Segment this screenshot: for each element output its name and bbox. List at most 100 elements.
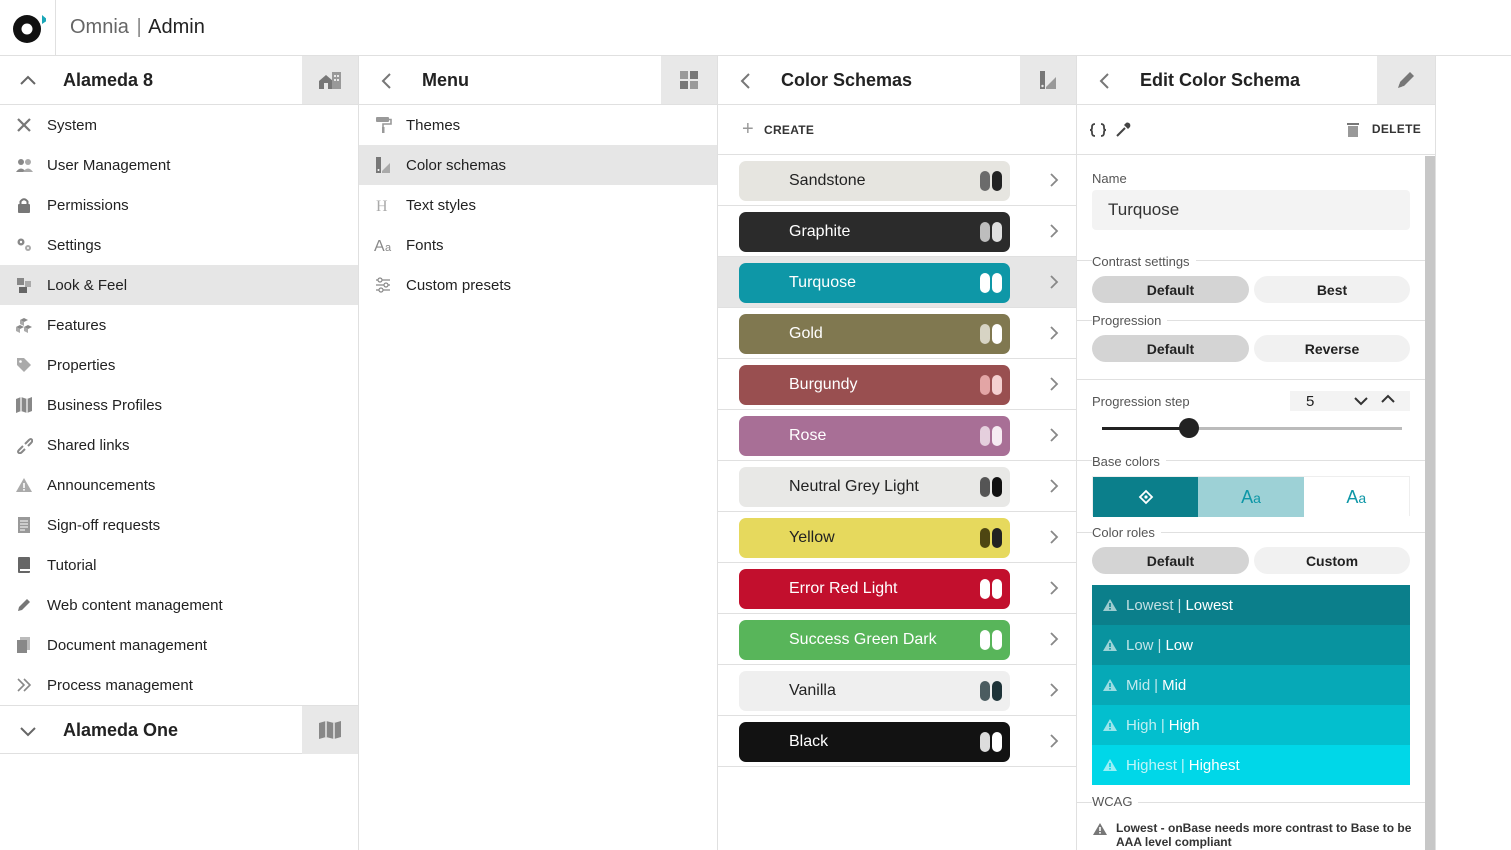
schema-row[interactable]: Sandstone [718,155,1076,206]
contrast-best-option[interactable]: Best [1254,276,1410,303]
chevron-right-icon[interactable] [1048,478,1060,494]
chevron-up-icon[interactable] [16,69,40,93]
chevron-right-icon[interactable] [1048,376,1060,392]
nav-item-tutorial[interactable]: Tutorial [0,545,358,585]
base-background-swatch[interactable] [1093,477,1199,517]
nav-item-document-management[interactable]: Document management [0,625,358,665]
color-role-row[interactable]: Low | Low [1092,625,1410,665]
schema-pill[interactable]: Gold [739,314,1010,354]
omnia-logo-icon[interactable] [10,11,46,47]
menu-item-text-styles[interactable]: H Text styles [359,185,717,225]
roles-default-option[interactable]: Default [1092,547,1249,574]
schema-pill[interactable]: Neutral Grey Light [739,467,1010,507]
schema-pill[interactable]: Yellow [739,518,1010,558]
color-role-row[interactable]: Mid | Mid [1092,665,1410,705]
schema-pill[interactable]: Error Red Light [739,569,1010,609]
chevron-down-icon[interactable] [16,719,40,743]
chevron-right-icon[interactable] [1048,733,1060,749]
schema-row[interactable]: Rose [718,410,1076,461]
menu-item-custom-presets[interactable]: Custom presets [359,265,717,305]
edit-mode-button[interactable] [1377,56,1435,104]
chevron-down-icon[interactable] [1353,395,1369,407]
schema-pill[interactable]: Black [739,722,1010,762]
schema-pill[interactable]: Turquose [739,263,1010,303]
chevron-right-icon[interactable] [1048,529,1060,545]
schema-pill[interactable]: Success Green Dark [739,620,1010,660]
chevron-right-icon[interactable] [1048,682,1060,698]
nav-item-look-feel[interactable]: Look & Feel [0,265,358,305]
nav-item-features[interactable]: Features [0,305,358,345]
name-input[interactable]: Turquose [1092,190,1410,230]
roles-custom-option[interactable]: Custom [1254,547,1410,574]
delete-button[interactable]: DELETE [1346,121,1421,137]
schema-row[interactable]: Gold [718,308,1076,359]
chevron-right-icon[interactable] [1048,274,1060,290]
base-ontext-swatch[interactable]: Aa [1303,477,1409,517]
nav-item-permissions[interactable]: Permissions [0,185,358,225]
eyedropper-icon[interactable] [1114,121,1132,139]
name-value: Turquose [1108,200,1180,219]
schema-row[interactable]: Turquose [718,257,1076,308]
nav-item-announcements[interactable]: Announcements [0,465,358,505]
menu-action-button[interactable] [661,56,717,104]
step-stepper[interactable]: 5 [1290,391,1410,411]
schema-row[interactable]: Success Green Dark [718,614,1076,665]
nav-item-system[interactable]: System [0,105,358,145]
menu-item-themes[interactable]: Themes [359,105,717,145]
create-button[interactable]: + CREATE [718,105,1076,155]
progression-label: Progression [1092,313,1168,328]
menu-item-fonts[interactable]: Aa Fonts [359,225,717,265]
tenant-settings-button[interactable] [302,56,358,104]
color-role-row[interactable]: High | High [1092,705,1410,745]
back-chevron-icon[interactable] [375,69,399,93]
schema-row[interactable]: Black [718,716,1076,767]
base-text-swatch[interactable]: Aa [1198,477,1304,517]
chevron-up-icon[interactable] [1380,393,1396,405]
back-chevron-icon[interactable] [1093,69,1117,93]
step-slider-track[interactable] [1102,418,1402,438]
nav-item-sign-off-requests[interactable]: Sign-off requests [0,505,358,545]
contrast-default-option[interactable]: Default [1092,276,1249,303]
schema-row[interactable]: Graphite [718,206,1076,257]
schema-row[interactable]: Neutral Grey Light [718,461,1076,512]
chevron-right-icon[interactable] [1048,427,1060,443]
nav-item-label: System [47,116,98,134]
nav-item-web-content-management[interactable]: Web content management [0,585,358,625]
chevron-right-icon[interactable] [1048,325,1060,341]
schemas-action-button[interactable] [1020,56,1076,104]
menu-item-color-schemas[interactable]: Color schemas [359,145,717,185]
swatch-chip [992,528,1002,548]
chevron-right-icon[interactable] [1048,631,1060,647]
schema-name: Success Green Dark [789,631,937,648]
chevron-right-icon[interactable] [1048,580,1060,596]
edit-scrollbar[interactable] [1425,156,1435,850]
nav-item-process-management[interactable]: Process management [0,665,358,705]
back-chevron-icon[interactable] [734,69,758,93]
color-role-row[interactable]: Lowest | Lowest [1092,585,1410,625]
schema-pill[interactable]: Burgundy [739,365,1010,405]
schema-pill[interactable]: Sandstone [739,161,1010,201]
collapsed-tenant[interactable]: Alameda One [0,705,358,754]
progression-default-option[interactable]: Default [1092,335,1249,362]
nav-item-properties[interactable]: Properties [0,345,358,385]
color-role-row[interactable]: Highest | Highest [1092,745,1410,785]
schema-row[interactable]: Burgundy [718,359,1076,410]
nav-item-settings[interactable]: Settings [0,225,358,265]
progression-reverse-option[interactable]: Reverse [1254,335,1410,362]
chevron-right-icon[interactable] [1048,172,1060,188]
chevron-right-icon[interactable] [1048,223,1060,239]
nav-item-business-profiles[interactable]: Business Profiles [0,385,358,425]
schema-row[interactable]: Vanilla [718,665,1076,716]
schema-pill[interactable]: Graphite [739,212,1010,252]
schema-pill[interactable]: Rose [739,416,1010,456]
code-braces-icon[interactable] [1089,122,1107,138]
schema-row[interactable]: Yellow [718,512,1076,563]
step-slider-thumb[interactable] [1179,418,1199,438]
edit-toolbar: DELETE [1077,105,1435,155]
tenant-map-button[interactable] [302,706,358,754]
schema-row[interactable]: Error Red Light [718,563,1076,614]
pencil-icon [1398,72,1414,88]
nav-item-user-management[interactable]: User Management [0,145,358,185]
schema-pill[interactable]: Vanilla [739,671,1010,711]
nav-item-shared-links[interactable]: Shared links [0,425,358,465]
